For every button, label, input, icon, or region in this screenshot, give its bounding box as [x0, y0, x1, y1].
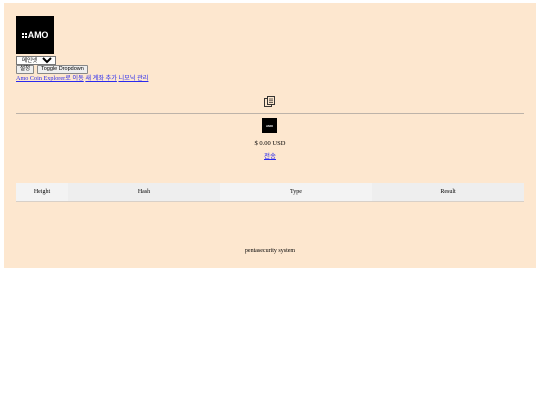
wallet-logo: AMO: [262, 118, 277, 133]
logo-grid-icon: [21, 32, 27, 38]
header-height: Height: [16, 183, 68, 202]
header-result: Result: [372, 183, 524, 202]
table-header-row: Height Hash Type Result: [16, 183, 524, 202]
send-link[interactable]: 전송: [264, 153, 276, 160]
amo-logo: AMO: [16, 16, 54, 54]
mnemonic-link[interactable]: 니모닉 관리: [118, 75, 148, 82]
header-type: Type: [220, 183, 372, 202]
nav-links: Amo Coin Explorer로 이동 새 계좌 추가 니모닉 관리: [16, 73, 148, 82]
footer-text: pentasecurity system: [244, 248, 296, 254]
transaction-table: Height Hash Type Result: [16, 183, 524, 202]
copy-icon[interactable]: [263, 95, 276, 108]
network-select[interactable]: 메인넷: [16, 56, 56, 65]
logo-text: AMO: [27, 30, 49, 40]
main-panel: AMO 메인넷 설정 Toggle Dropdown Amo Coin Expl…: [4, 3, 536, 268]
header-hash: Hash: [68, 183, 220, 202]
add-account-link[interactable]: 새 계좌 추가: [85, 75, 117, 82]
divider: [16, 113, 524, 114]
balance-text: $ 0.00 USD: [254, 140, 286, 147]
wallet-logo-text: AMO: [266, 123, 273, 128]
explorer-link[interactable]: Amo Coin Explorer로 이동: [16, 75, 84, 82]
